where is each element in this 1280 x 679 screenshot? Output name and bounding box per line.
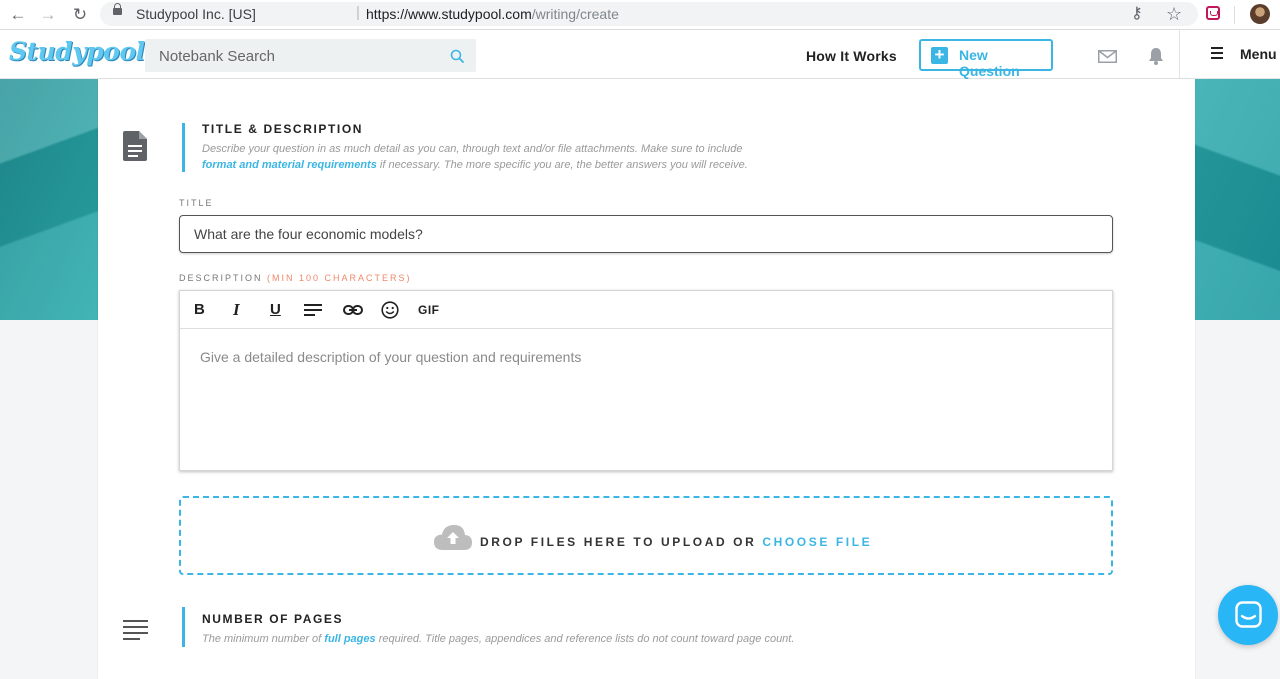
search-icon[interactable] <box>450 49 464 63</box>
notebank-search-input[interactable] <box>145 39 451 74</box>
number-of-pages-help: The minimum number of full pages require… <box>202 631 902 647</box>
underline-button[interactable]: U <box>270 300 281 320</box>
reload-icon[interactable]: ↻ <box>68 3 92 27</box>
link-icon[interactable] <box>343 303 363 317</box>
address-bar[interactable]: Studypool Inc. [US] | https://www.studyp… <box>100 2 1198 26</box>
dropzone-instructions: DROP FILES HERE TO UPLOAD OR <box>480 535 757 549</box>
description-textarea[interactable]: Give a detailed description of your ques… <box>200 349 581 365</box>
description-label-text: DESCRIPTION <box>179 273 263 283</box>
editor-toolbar: B I U GIF <box>180 291 1112 329</box>
format-requirements-link[interactable]: format and material requirements <box>202 159 377 171</box>
emoji-icon[interactable] <box>381 301 399 319</box>
studypool-logo[interactable]: Studypool <box>9 37 145 66</box>
back-arrow-icon[interactable]: ← <box>6 3 30 27</box>
lock-icon <box>113 3 122 15</box>
url-separator: | <box>356 4 360 21</box>
title-label: TITLE <box>179 198 214 208</box>
profile-avatar[interactable] <box>1250 4 1270 24</box>
url-path: /writing/create <box>531 6 619 22</box>
url-text[interactable]: https://www.studypool.com/writing/create <box>366 6 619 22</box>
min-characters-note: (MIN 100 CHARACTERS) <box>267 273 412 283</box>
section-accent-bar <box>182 607 185 647</box>
bold-button[interactable]: B <box>194 300 205 320</box>
browser-toolbar: ← → ↻ Studypool Inc. [US] | https://www.… <box>0 0 1280 30</box>
chat-icon <box>1235 601 1262 628</box>
title-description-help: Describe your question in as much detail… <box>202 141 842 173</box>
new-question-button[interactable]: + New Question <box>919 39 1053 79</box>
dropzone-text: DROP FILES HERE TO UPLOAD OR CHOOSE FILE <box>480 535 872 549</box>
help-text: required. Title pages, appendices and re… <box>378 633 795 645</box>
chat-launcher-button[interactable] <box>1218 585 1278 645</box>
star-icon[interactable]: ☆ <box>1166 4 1182 24</box>
toolbar-divider <box>1234 6 1235 24</box>
url-host: https://www.studypool.com <box>366 6 532 22</box>
site-header: Studypool How It Works + New Question Me… <box>0 30 1280 79</box>
document-icon <box>123 131 147 161</box>
number-of-pages-heading: NUMBER OF PAGES <box>202 612 344 626</box>
title-description-heading: TITLE & DESCRIPTION <box>202 122 364 136</box>
italic-button[interactable]: I <box>233 300 240 320</box>
how-it-works-link[interactable]: How It Works <box>806 48 897 64</box>
help-text: The minimum number of <box>202 633 322 645</box>
gif-button[interactable]: GIF <box>418 300 440 320</box>
question-form-card: TITLE & DESCRIPTION Describe your questi… <box>98 79 1195 679</box>
menu-button[interactable]: Menu <box>1240 46 1277 62</box>
notebank-search <box>145 39 476 74</box>
help-text: if necessary. The more specific you are,… <box>379 159 748 171</box>
section-accent-bar <box>182 123 185 172</box>
cloud-upload-icon <box>434 525 472 550</box>
bell-icon[interactable] <box>1148 47 1164 65</box>
pocket-extension-icon[interactable] <box>1206 6 1220 20</box>
pages-list-icon <box>123 620 148 640</box>
key-icon[interactable]: ⚷ <box>1131 4 1143 24</box>
forward-arrow-icon[interactable]: → <box>36 3 60 27</box>
title-input[interactable] <box>179 215 1113 253</box>
full-pages-link[interactable]: full pages <box>324 633 375 645</box>
new-question-label: New Question <box>959 47 1020 79</box>
description-label: DESCRIPTION (MIN 100 CHARACTERS) <box>179 273 412 283</box>
help-text: Describe your question in as much detail… <box>202 143 743 155</box>
mail-icon[interactable] <box>1098 50 1117 63</box>
site-identity: Studypool Inc. [US] <box>136 6 256 22</box>
description-editor: B I U GIF Give a detailed description of… <box>179 290 1113 471</box>
plus-icon: + <box>931 46 948 64</box>
file-dropzone[interactable]: DROP FILES HERE TO UPLOAD OR CHOOSE FILE <box>179 496 1113 575</box>
align-icon[interactable] <box>304 304 322 324</box>
header-divider <box>1179 30 1180 79</box>
choose-file-link[interactable]: CHOOSE FILE <box>762 535 872 549</box>
hamburger-menu-icon[interactable] <box>1211 47 1223 59</box>
